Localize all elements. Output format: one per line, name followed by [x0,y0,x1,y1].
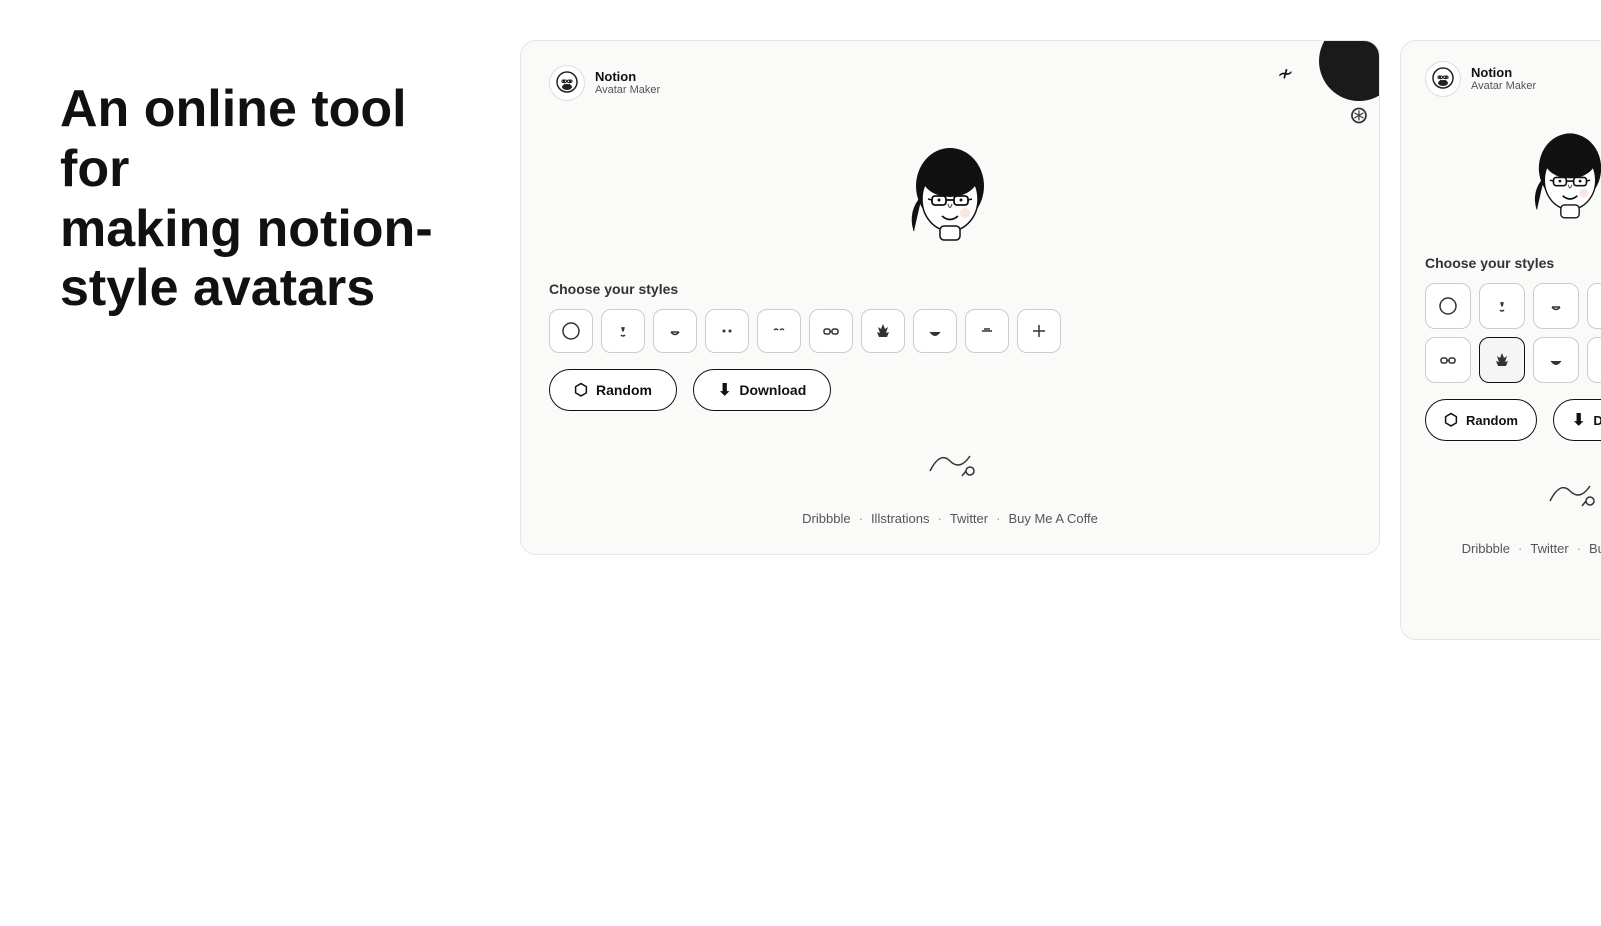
small-bottom-decoration [1425,461,1601,521]
download-icon: ⬇ [718,380,731,400]
style-btn-nose[interactable] [601,309,645,353]
small-download-label: Download [1593,413,1601,428]
large-logo-subtitle: Avatar Maker [595,84,660,97]
large-download-button[interactable]: ⬇ Download [693,369,831,411]
small-logo-text: Notion Avatar Maker [1471,65,1536,94]
large-bottom-decoration [549,431,1351,491]
small-download-button[interactable]: ⬇ Download [1553,399,1601,441]
avatar-svg [890,141,1010,261]
style-btn-beard[interactable] [913,309,957,353]
large-footer-links: Dribbble · Illstrations · Twitter · Buy … [549,511,1351,526]
logo-avatar [549,65,585,101]
style-btn-mouth[interactable] [653,309,697,353]
small-logo-subtitle: Avatar Maker [1471,80,1536,93]
large-styles-label: Choose your styles [549,281,1351,297]
large-random-label: Random [596,382,652,398]
small-footer-link-buymeacoffee[interactable]: Buy Me A Coffe [1589,541,1601,556]
style-btn-eyes[interactable] [705,309,749,353]
page-wrapper: An online tool for making notion-style a… [60,40,1541,640]
headline-line2: making notion-style avatars [60,200,433,318]
large-avatar-display [549,121,1351,271]
large-avatar-image [890,141,1010,261]
style-btn-face[interactable] [549,309,593,353]
small-style-btn-nose[interactable] [1479,283,1525,329]
style-btn-brows[interactable] [757,309,801,353]
large-app-card: ≁ ⊛ [520,40,1380,555]
small-style-btn-hair[interactable] [1479,337,1525,383]
small-logo-face-svg [1429,65,1457,93]
small-style-btn-beard[interactable] [1533,337,1579,383]
small-logo-title: Notion [1471,65,1536,81]
right-section: ≁ ⊛ [520,40,1601,640]
large-download-label: Download [739,382,806,398]
logo-face-svg [553,69,581,97]
large-style-icons-row [549,309,1351,353]
small-footer-link-dribbble[interactable]: Dribbble [1462,541,1510,556]
corner-spiral-icon: ⊛ [1349,101,1369,130]
small-button-row: ⬡ Random ⬇ Download [1425,399,1601,441]
small-footer-links: Dribbble · Twitter · Buy Me A Coffe [1425,541,1601,556]
style-btn-body[interactable] [965,309,1009,353]
large-card-header: Notion Avatar Maker [549,65,1351,101]
small-random-icon: ⬡ [1444,410,1458,430]
small-footer-link-twitter[interactable]: Twitter [1530,541,1568,556]
small-card-header: Notion Avatar Maker [1425,61,1601,97]
small-random-button[interactable]: ⬡ Random [1425,399,1537,441]
small-app-card: ≁ ⊛ Not [1400,40,1601,640]
spiral-decoration-svg [920,441,980,481]
style-btn-glasses[interactable] [809,309,853,353]
corner-lines-icon: ≁ [1275,60,1296,88]
headline: An online tool for making notion-style a… [60,80,480,319]
small-spiral-svg [1540,471,1600,511]
small-style-btn-eyes[interactable] [1587,283,1601,329]
left-section: An online tool for making notion-style a… [60,40,480,640]
small-style-btn-face[interactable] [1425,283,1471,329]
style-btn-hair[interactable] [861,309,905,353]
footer-link-dribbble[interactable]: Dribbble [802,511,850,526]
small-style-icons-row1 [1425,283,1601,329]
small-avatar-svg [1515,127,1601,237]
small-style-btn-glasses[interactable] [1425,337,1471,383]
style-btn-extra[interactable] [1017,309,1061,353]
small-style-btn-mouth[interactable] [1533,283,1579,329]
random-icon: ⬡ [574,380,588,400]
footer-link-buymeacoffee[interactable]: Buy Me A Coffe [1008,511,1097,526]
small-style-icons-row2 [1425,337,1601,383]
headline-line1: An online tool for [60,80,407,198]
large-random-button[interactable]: ⬡ Random [549,369,677,411]
small-style-btn-body[interactable] [1587,337,1601,383]
footer-link-twitter[interactable]: Twitter [950,511,988,526]
logo-text: Notion Avatar Maker [595,69,660,98]
small-logo-avatar [1425,61,1461,97]
small-download-icon: ⬇ [1572,410,1585,430]
small-styles-label: Choose your styles [1425,255,1601,271]
large-logo-title: Notion [595,69,660,85]
small-avatar-display [1425,117,1601,245]
small-random-label: Random [1466,413,1518,428]
small-avatar-image [1515,127,1601,237]
footer-link-illustrations[interactable]: Illstrations [871,511,930,526]
large-button-row: ⬡ Random ⬇ Download [549,369,1351,411]
